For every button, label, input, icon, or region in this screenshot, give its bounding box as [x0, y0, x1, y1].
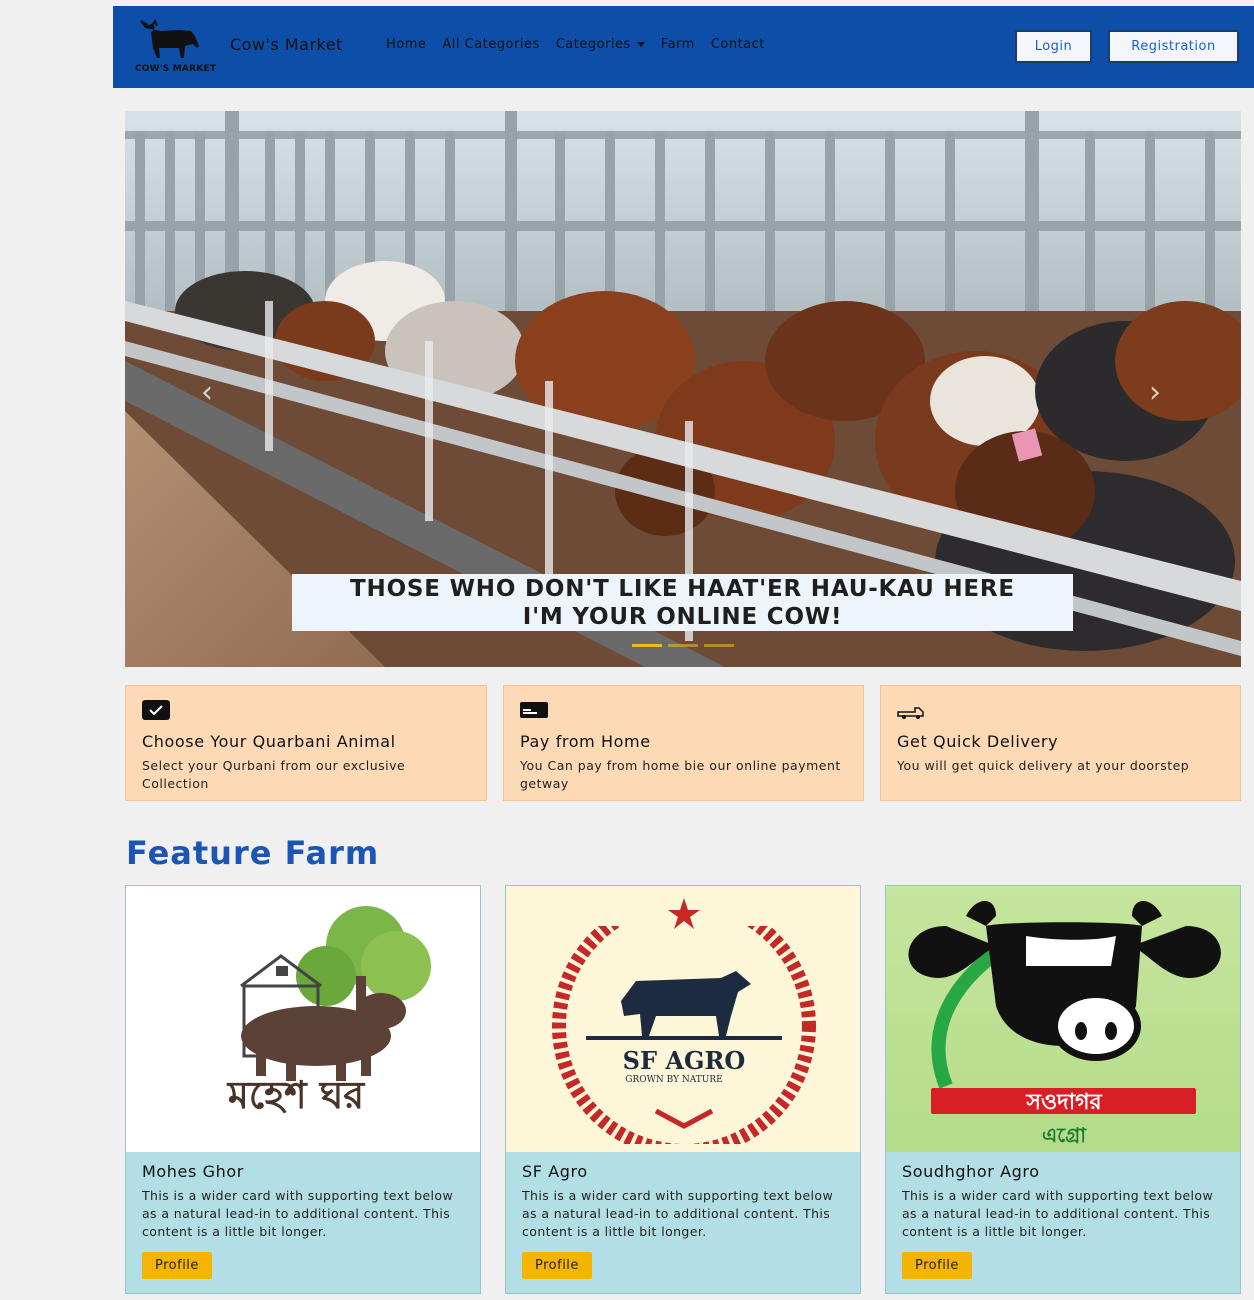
navbar: COW'S MARKET Cow's Market Home All Categ… — [113, 6, 1254, 88]
feature-quick-delivery: Get Quick Delivery You will get quick de… — [880, 685, 1241, 801]
card-title: Soudhghor Agro — [902, 1162, 1040, 1181]
nav-links: Home All Categories Categories Farm Cont… — [386, 37, 765, 52]
feature-text: Select your Qurbani from our exclusive C… — [142, 758, 406, 791]
farm-logo-image: SF AGRO GROWN BY NATURE — [506, 886, 860, 1152]
bull-logo-icon — [140, 18, 199, 58]
feature-text: You Can pay from home bie our online pay… — [520, 758, 841, 791]
feature-title: Choose Your Quarbani Animal — [142, 732, 396, 751]
mohes-ghor-logo: মহেশ ঘর — [226, 906, 431, 1117]
nav-farm[interactable]: Farm — [661, 37, 695, 52]
sf-agro-logo-sub: GROWN BY NATURE — [625, 1075, 722, 1085]
card-body: Soudhghor Agro This is a wider card with… — [886, 1152, 1240, 1289]
soudhghor-agro-logo: সওদাগর এগ্রো — [908, 901, 1221, 1147]
hero-carousel: ‹ › THOSE WHO DON'T LIKE HAAT'ER HAU-KAU… — [125, 111, 1241, 667]
carousel-indicators — [632, 644, 734, 647]
farm-logo-image: মহেশ ঘর — [126, 886, 480, 1152]
carousel-next-icon[interactable]: › — [1149, 375, 1161, 410]
mohes-ghor-logo-text: মহেশ ঘর — [226, 1073, 366, 1117]
sf-agro-logo-text: SF AGRO — [623, 1046, 746, 1075]
nav-home[interactable]: Home — [386, 37, 426, 52]
carousel-indicator[interactable] — [632, 644, 662, 647]
profile-button[interactable]: Profile — [522, 1252, 592, 1279]
card-body: Mohes Ghor This is a wider card with sup… — [126, 1152, 480, 1289]
card-text: This is a wider card with supporting tex… — [522, 1188, 834, 1239]
section-title: Feature Farm — [126, 834, 380, 872]
feature-text: You will get quick delivery at your door… — [897, 758, 1190, 773]
hero-caption: THOSE WHO DON'T LIKE HAAT'ER HAU-KAU HER… — [292, 574, 1073, 631]
nav-categories-label: Categories — [555, 37, 631, 52]
feature-choose-animal: Choose Your Quarbani Animal Select your … — [125, 685, 487, 801]
farm-card-soudhghor-agro: সওদাগর এগ্রো Soudhghor Agro This is a wi… — [885, 885, 1241, 1294]
card-body: SF Agro This is a wider card with suppor… — [506, 1152, 860, 1289]
feature-title: Pay from Home — [520, 732, 651, 751]
brand-logo[interactable]: COW'S MARKET — [135, 18, 225, 78]
registration-button[interactable]: Registration — [1108, 30, 1239, 63]
caret-down-icon — [636, 42, 645, 47]
card-text: This is a wider card with supporting tex… — [142, 1188, 454, 1239]
soudhghor-logo-text: সওদাগর — [1025, 1090, 1102, 1115]
card-title: Mohes Ghor — [142, 1162, 244, 1181]
nav-categories-dropdown[interactable]: Categories — [556, 37, 645, 52]
nav-all-categories[interactable]: All Categories — [442, 37, 539, 52]
hero-caption-line2: I'M YOUR ONLINE COW! — [522, 604, 843, 630]
carousel-indicator[interactable] — [704, 644, 734, 647]
logo-text: COW'S MARKET — [135, 64, 217, 74]
credit-card-icon — [520, 702, 548, 718]
card-text: This is a wider card with supporting tex… — [902, 1188, 1214, 1239]
profile-button[interactable]: Profile — [142, 1252, 212, 1279]
hero-caption-line1: THOSE WHO DON'T LIKE HAAT'ER HAU-KAU HER… — [350, 576, 1015, 602]
nav-contact[interactable]: Contact — [711, 37, 765, 52]
sf-agro-logo: SF AGRO GROWN BY NATURE — [506, 886, 860, 1152]
carousel-prev-icon[interactable]: ‹ — [201, 375, 213, 410]
farm-card-mohes-ghor: মহেশ ঘর Mohes Ghor This is a wider card … — [125, 885, 481, 1294]
soudhghor-logo-sub: এগ্রো — [1042, 1123, 1087, 1147]
card-title: SF Agro — [522, 1162, 588, 1181]
login-button[interactable]: Login — [1015, 30, 1092, 63]
brand-name[interactable]: Cow's Market — [230, 35, 343, 54]
delivery-truck-icon — [897, 707, 924, 719]
check-square-icon — [142, 700, 170, 720]
feature-pay-home: Pay from Home You Can pay from home bie … — [503, 685, 864, 801]
carousel-indicator[interactable] — [668, 644, 698, 647]
farm-card-sf-agro: SF AGRO GROWN BY NATURE SF Agro This is … — [505, 885, 861, 1294]
feature-title: Get Quick Delivery — [897, 732, 1059, 751]
profile-button[interactable]: Profile — [902, 1252, 972, 1279]
farm-logo-image: সওদাগর এগ্রো — [886, 886, 1240, 1152]
